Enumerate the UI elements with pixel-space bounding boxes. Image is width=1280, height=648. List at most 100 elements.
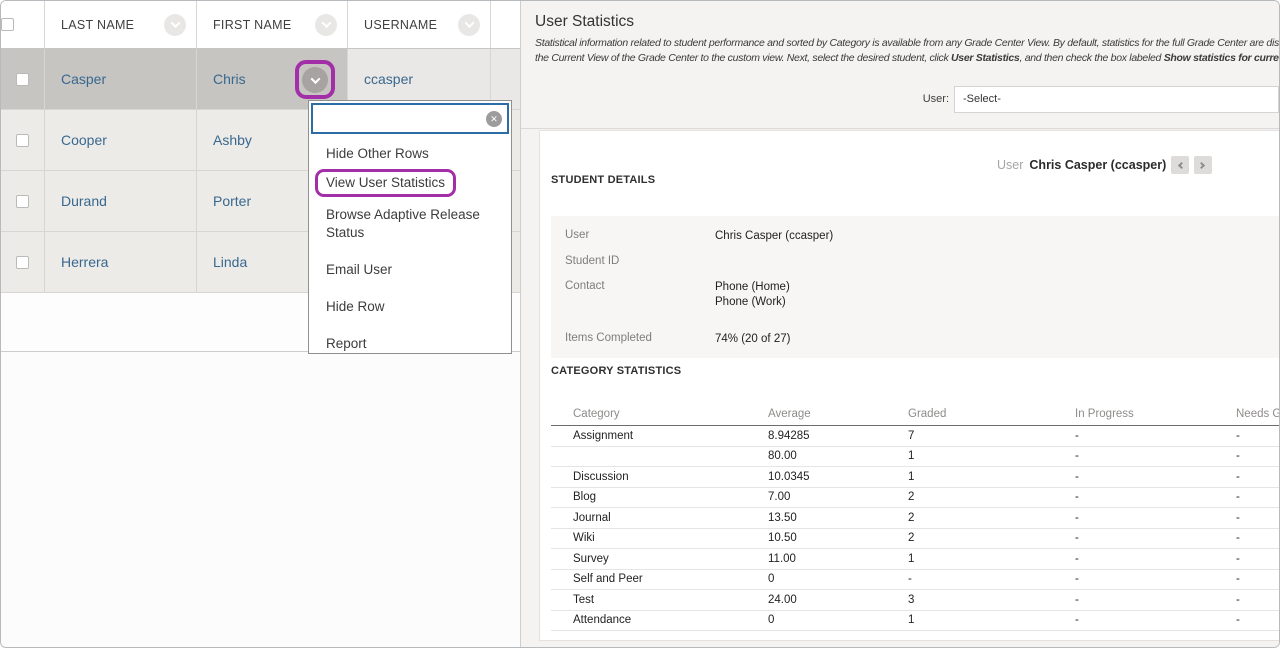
- last-name-text: Cooper: [61, 132, 107, 148]
- stats-cell-needs-grading: -: [1236, 594, 1279, 606]
- stats-cell-graded: 1: [908, 553, 1075, 565]
- detail-row-items-completed: Items Completed74% (20 of 27): [565, 332, 1271, 347]
- menu-item-browse-adaptive-release-status[interactable]: Browse Adaptive Release Status: [326, 206, 501, 242]
- stats-cell-needs-grading: -: [1236, 512, 1279, 524]
- stats-cell-average: 11.00: [768, 553, 908, 565]
- stats-table-row: Journal 13.50 2 - -: [551, 508, 1279, 529]
- grade-center-panel: LAST NAME FIRST NAME USERNAME: [1, 1, 520, 647]
- menu-search-input[interactable]: [311, 103, 509, 134]
- chevron-down-icon[interactable]: [315, 14, 337, 36]
- stats-table-row: Attendance 0 1 - -: [551, 611, 1279, 632]
- detail-value: Chris Casper (ccasper): [715, 229, 833, 244]
- last-name-cell: Cooper: [45, 110, 197, 170]
- last-name-text: Casper: [61, 71, 106, 87]
- detail-label: User: [565, 229, 715, 241]
- stats-cell-category: Survey: [551, 553, 768, 565]
- detail-row-student-id: Student ID: [565, 255, 1271, 267]
- chevron-down-icon[interactable]: [458, 14, 480, 36]
- stats-cell-in-progress: -: [1075, 553, 1236, 565]
- stats-table-row: Blog 7.00 2 - -: [551, 488, 1279, 509]
- chevron-down-icon[interactable]: [164, 14, 186, 36]
- stats-table-row: Wiki 10.50 2 - -: [551, 529, 1279, 550]
- stats-cell-category: Attendance: [551, 614, 768, 626]
- annotation-circle-menu-item: View User Statistics: [315, 169, 456, 197]
- row-checkbox[interactable]: [16, 195, 29, 208]
- column-header-last-name[interactable]: LAST NAME: [45, 1, 197, 48]
- first-name-text: Ashby: [213, 132, 252, 148]
- stats-cell-graded: 3: [908, 594, 1075, 606]
- screenshot-root: LAST NAME FIRST NAME USERNAME: [0, 0, 1280, 648]
- stats-cell-graded: 2: [908, 532, 1075, 544]
- stats-cell-graded: 1: [908, 614, 1075, 626]
- menu-items: Hide Other Rows View User Statistics Bro…: [309, 136, 511, 352]
- next-user-button[interactable]: [1194, 156, 1212, 174]
- stats-cell-in-progress: -: [1075, 491, 1236, 503]
- detail-row-user: UserChris Casper (ccasper): [565, 229, 1271, 244]
- student-details-box: UserChris Casper (ccasper) Student ID Co…: [551, 216, 1279, 358]
- stats-cell-average: 10.0345: [768, 471, 908, 483]
- stats-table-header: Category Average Graded In Progress Need…: [551, 397, 1279, 426]
- row-checkbox[interactable]: [16, 73, 29, 86]
- row-checkbox[interactable]: [16, 134, 29, 147]
- stats-cell-in-progress: -: [1075, 450, 1236, 462]
- first-name-text: Linda: [213, 254, 247, 270]
- menu-item-hide-row[interactable]: Hide Row: [326, 298, 501, 315]
- divider: [521, 128, 1279, 129]
- username-text: ccasper: [364, 71, 413, 87]
- stats-cell-graded: 1: [908, 471, 1075, 483]
- stats-cell-category: Discussion: [551, 471, 768, 483]
- row-checkbox-cell: [1, 171, 45, 231]
- annotation-circle-button: [295, 60, 335, 99]
- stats-cell-in-progress: -: [1075, 532, 1236, 544]
- last-name-cell: Durand: [45, 171, 197, 231]
- menu-item-hide-other-rows[interactable]: Hide Other Rows: [326, 145, 501, 162]
- stats-cell-graded: 2: [908, 512, 1075, 524]
- stats-table-row: Test 24.00 3 - -: [551, 590, 1279, 611]
- user-nav-current-user: Chris Casper (ccasper): [1029, 158, 1166, 172]
- stats-cell-in-progress: -: [1075, 471, 1236, 483]
- stats-table-row: Self and Peer 0 - - -: [551, 570, 1279, 591]
- stats-cell-graded: 7: [908, 430, 1075, 442]
- column-header-partial: [491, 1, 520, 48]
- column-header-label: LAST NAME: [61, 18, 134, 32]
- menu-item-report[interactable]: Report: [326, 335, 501, 352]
- stats-cell-in-progress: -: [1075, 573, 1236, 585]
- menu-item-view-user-statistics[interactable]: View User Statistics: [326, 174, 445, 191]
- user-select-dropdown[interactable]: -Select-: [954, 86, 1279, 113]
- user-statistics-panel: User Statistics Statistical information …: [520, 1, 1279, 647]
- stats-cell-category: Blog: [551, 491, 768, 503]
- row-checkbox[interactable]: [16, 256, 29, 269]
- user-nav-label: User: [997, 158, 1023, 172]
- page-description: Statistical information related to stude…: [535, 36, 1279, 66]
- stats-col-in-progress: In Progress: [1075, 408, 1236, 420]
- stats-cell-average: 0: [768, 573, 908, 585]
- column-header-username[interactable]: USERNAME: [348, 1, 491, 48]
- first-name-text: Porter: [213, 193, 251, 209]
- clear-search-icon[interactable]: ✕: [486, 111, 502, 127]
- stats-cell-average: 24.00: [768, 594, 908, 606]
- stats-cell-in-progress: -: [1075, 430, 1236, 442]
- previous-user-button[interactable]: [1171, 156, 1189, 174]
- stats-cell-needs-grading: -: [1236, 553, 1279, 565]
- stats-table-row: Discussion 10.0345 1 - -: [551, 467, 1279, 488]
- detail-value: 74% (20 of 27): [715, 332, 790, 347]
- stats-cell-category: Wiki: [551, 532, 768, 544]
- stats-table-row: Assignment 8.94285 7 - -: [551, 426, 1279, 447]
- column-header-first-name[interactable]: FIRST NAME: [197, 1, 348, 48]
- select-all-checkbox[interactable]: [1, 18, 14, 31]
- stats-cell-average: 10.50: [768, 532, 908, 544]
- menu-search: ✕: [311, 103, 509, 134]
- stats-cell-in-progress: -: [1075, 594, 1236, 606]
- last-name-text: Durand: [61, 193, 107, 209]
- user-select-label: User:: [901, 86, 949, 113]
- category-statistics-table: Category Average Graded In Progress Need…: [551, 397, 1279, 631]
- column-header-label: USERNAME: [364, 18, 437, 32]
- user-statistics-card: User Chris Casper (ccasper) STUDENT DETA…: [539, 130, 1279, 641]
- stats-cell-needs-grading: -: [1236, 450, 1279, 462]
- stats-cell-needs-grading: -: [1236, 430, 1279, 442]
- row-checkbox-cell: [1, 49, 45, 109]
- menu-item-email-user[interactable]: Email User: [326, 261, 501, 278]
- column-header-label: FIRST NAME: [213, 18, 291, 32]
- stats-cell-graded: -: [908, 573, 1075, 585]
- category-statistics-heading: CATEGORY STATISTICS: [551, 365, 681, 377]
